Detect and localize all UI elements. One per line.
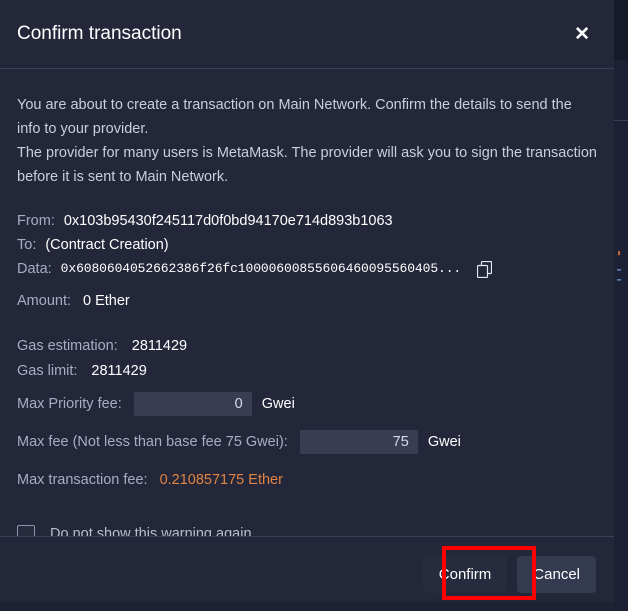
from-row: From: 0x103b95430f245117d0f0bd94170e714d… (17, 209, 597, 233)
max-fee-label: Max fee (Not less than base fee 75 Gwei)… (17, 434, 288, 450)
modal-body: You are about to create a transaction on… (0, 69, 614, 536)
from-label: From: (17, 213, 55, 229)
transaction-details: From: 0x103b95430f245117d0f0bd94170e714d… (17, 209, 597, 313)
gas-estimation-row: Gas estimation: 2811429 (17, 333, 597, 358)
data-label: Data: (17, 261, 52, 277)
max-fee-input[interactable] (299, 430, 418, 454)
do-not-show-warning-checkbox[interactable] (17, 525, 35, 536)
do-not-show-warning-row: Do not show this warning again. (17, 525, 597, 536)
to-label: To: (17, 237, 37, 253)
background-text-fragment: ▬ (617, 276, 622, 284)
gas-details: Gas estimation: 2811429 Gas limit: 28114… (17, 333, 597, 493)
modal-footer: Confirm Cancel (0, 536, 614, 611)
gas-limit-value: 2811429 (91, 362, 147, 379)
confirm-button[interactable]: Confirm (422, 555, 508, 593)
max-transaction-fee-label: Max transaction fee: (17, 472, 148, 488)
gas-limit-row: Gas limit: 2811429 (17, 358, 597, 383)
intro-text: You are about to create a transaction on… (17, 93, 597, 189)
to-row: To: (Contract Creation) (17, 233, 597, 257)
to-value: (Contract Creation) (45, 237, 169, 253)
close-icon[interactable]: ✕ (568, 21, 596, 48)
copy-icon[interactable] (477, 260, 493, 278)
max-transaction-fee-row: Max transaction fee: 0.210857175 Ether (17, 467, 597, 493)
amount-label: Amount: (17, 293, 71, 309)
data-value: 0x6080604052662386f26fc10000600855606460… (60, 261, 462, 276)
max-transaction-fee-value: 0.210857175 Ether (159, 472, 283, 488)
max-fee-row: Max fee (Not less than base fee 75 Gwei)… (17, 429, 597, 455)
background-content-sliver: ▮ ▬ ▬ (613, 60, 628, 611)
max-priority-fee-input[interactable] (133, 392, 252, 416)
confirm-transaction-modal: Confirm transaction ✕ You are about to c… (0, 0, 614, 611)
max-priority-fee-label: Max Priority fee: (17, 396, 122, 412)
data-row: Data: 0x6080604052662386f26fc10000600855… (17, 257, 597, 281)
intro-paragraph-1: You are about to create a transaction on… (17, 97, 572, 137)
max-priority-fee-row: Max Priority fee: Gwei (17, 391, 597, 417)
amount-value: 0 Ether (83, 293, 130, 309)
amount-row: Amount: 0 Ether (17, 289, 597, 313)
cancel-button[interactable]: Cancel (517, 555, 596, 593)
background-text-fragment: ▬ (617, 266, 622, 274)
modal-header: Confirm transaction ✕ (0, 0, 614, 69)
footer-bottom-strip (0, 602, 614, 611)
gas-estimation-value: 2811429 (131, 337, 188, 354)
background-text-fragment: ▮ (617, 250, 622, 258)
modal-title: Confirm transaction (17, 23, 182, 44)
from-value: 0x103b95430f245117d0f0bd94170e714d893b10… (63, 213, 393, 229)
background-divider (614, 120, 628, 121)
max-fee-unit: Gwei (427, 434, 461, 450)
intro-paragraph-2: The provider for many users is MetaMask.… (17, 145, 597, 185)
do-not-show-warning-label: Do not show this warning again. (50, 526, 256, 536)
gas-estimation-label: Gas estimation: (17, 337, 118, 354)
gas-limit-label: Gas limit: (17, 362, 78, 379)
max-priority-fee-unit: Gwei (261, 396, 295, 412)
